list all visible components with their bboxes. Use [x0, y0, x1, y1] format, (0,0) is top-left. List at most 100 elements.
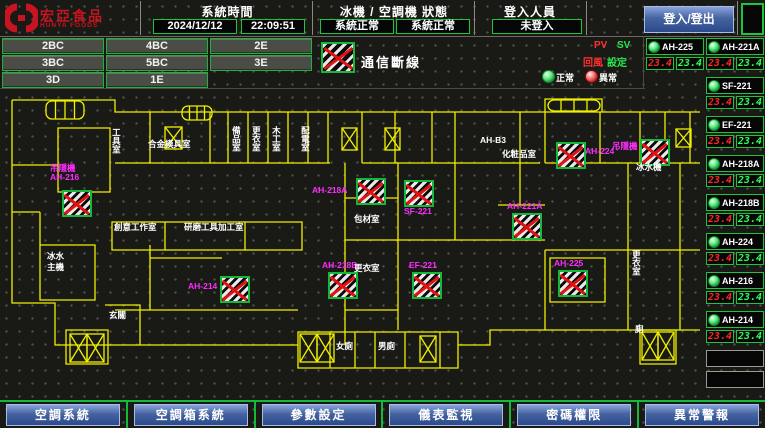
pv-value-ah-224: 23.4	[706, 252, 734, 265]
room-label: 研磨工具加工室	[184, 223, 244, 232]
unit-block-ah-218b: AH-218B23.423.4	[706, 194, 764, 226]
room-label: 主機	[47, 263, 64, 272]
divider	[643, 36, 644, 89]
floor-button-3e[interactable]: 3E	[210, 55, 312, 71]
divider	[0, 88, 645, 89]
room-label: 更衣室	[251, 126, 260, 152]
device-comm-loss-icon-sf-221[interactable]	[404, 180, 434, 207]
device-comm-loss-icon-ah-221a[interactable]	[512, 213, 542, 240]
pv-value-ah-225: 23.4	[646, 57, 674, 70]
device-comm-loss-icon-ah-224[interactable]	[556, 142, 586, 169]
unit-name-ah-225[interactable]: AH-225	[646, 38, 704, 55]
room-label: 備品室	[231, 126, 240, 152]
unit-name-label: AH-224	[722, 237, 753, 247]
device-comm-loss-icon-ah-218b[interactable]	[328, 272, 358, 299]
floor-button-5bc[interactable]: 5BC	[106, 55, 208, 71]
run-lamp-icon	[708, 41, 720, 53]
normal-lamp-icon	[542, 70, 555, 83]
abnormal-lamp-icon	[585, 70, 598, 83]
menu-button-密碼權限[interactable]: 密碼權限	[517, 404, 631, 426]
unit-name-label: AH-214	[722, 315, 753, 325]
unit-name-ah-218a[interactable]: AH-218A	[706, 155, 764, 172]
company-name-en: HUNYA FOODS	[40, 22, 98, 29]
room-label: 更衣室	[631, 250, 640, 276]
room-label: 木工室	[271, 126, 280, 152]
unit-name-ah-218b[interactable]: AH-218B	[706, 194, 764, 211]
login-user-label: 登入人員	[476, 3, 584, 20]
sv-value-ah-216: 23.4	[736, 291, 764, 304]
unit-name-ah-224[interactable]: AH-224	[706, 233, 764, 250]
sv-name-label: 設定	[607, 54, 627, 69]
room-label: 冰水	[47, 252, 64, 261]
pv-name-label: 回風	[583, 54, 603, 69]
sv-column-label: SV	[617, 40, 630, 51]
unit-name-ah-214[interactable]: AH-214	[706, 311, 764, 328]
device-comm-loss-icon-ah-214[interactable]	[220, 276, 250, 303]
room-label: 創意工作室	[114, 223, 157, 232]
unit-block-ah-216: AH-21623.423.4	[706, 272, 764, 304]
floorplan-walls	[0, 90, 707, 396]
device-label: SF-221	[404, 207, 432, 216]
pv-value-ah-218a: 23.4	[706, 174, 734, 187]
device-label: AH-218B	[322, 261, 357, 270]
unit-name-ah-216[interactable]: AH-216	[706, 272, 764, 289]
run-lamp-icon	[708, 236, 720, 248]
floor-selector-grid: 2BC4BC2E 3BC5BC3E 3D1E	[2, 38, 318, 90]
menu-button-異常警報[interactable]: 異常警報	[645, 404, 759, 426]
floor-button-4bc[interactable]: 4BC	[106, 38, 208, 54]
unit-block-ah-221a: AH-221A23.423.4	[706, 38, 764, 70]
pv-value-ah-218b: 23.4	[706, 213, 734, 226]
sv-value-ah-221a: 23.4	[736, 57, 764, 70]
sv-value-ef-221: 23.4	[736, 135, 764, 148]
header-divider	[474, 1, 475, 35]
floor-button-3bc[interactable]: 3BC	[2, 55, 104, 71]
pv-value-sf-221: 23.4	[706, 96, 734, 109]
room-label: 玄關	[109, 311, 126, 320]
device-comm-loss-icon-ef-221[interactable]	[412, 272, 442, 299]
unit-block-ah-224: AH-22423.423.4	[706, 233, 764, 265]
run-lamp-icon	[708, 275, 720, 287]
header-bar: 宏亞食品 HUNYA FOODS 系統時間 2024/12/12 22:09:5…	[0, 0, 765, 37]
room-label: 男廁	[378, 342, 395, 351]
login-state-display: 未登入	[492, 19, 582, 34]
room-label: 女廁	[336, 342, 353, 351]
unit-name-label: AH-218A	[722, 159, 760, 169]
menu-button-空調系統[interactable]: 空調系統	[6, 404, 120, 426]
menu-button-參數設定[interactable]: 參數設定	[262, 404, 376, 426]
bottom-menu-bar: 空調系統空調箱系統參數設定儀表監視密碼權限異常警報	[0, 400, 765, 428]
unit-name-ah-221a[interactable]: AH-221A	[706, 38, 764, 55]
unit-column-right: AH-221A 23.4 23.4 SF-221 23.4 23.4 EF-221 23.4 2…	[706, 38, 764, 392]
sv-value-ah-214: 23.4	[736, 330, 764, 343]
unit-name-label: EF-221	[722, 120, 752, 130]
bottom-menu-cell: 儀表監視	[383, 402, 511, 428]
unit-block-ah-214: AH-21423.423.4	[706, 311, 764, 343]
device-comm-loss-icon-ah-225[interactable]	[558, 270, 588, 297]
device-comm-loss-icon-ah-216[interactable]	[62, 190, 92, 217]
floor-button-2e[interactable]: 2E	[210, 38, 312, 54]
bottom-menu-cell: 密碼權限	[511, 402, 639, 428]
header-divider	[737, 1, 738, 35]
unit-name-ef-221[interactable]: EF-221	[706, 116, 764, 133]
floor-button-2bc[interactable]: 2BC	[2, 38, 104, 54]
unit-name-sf-221[interactable]: SF-221	[706, 77, 764, 94]
room-label: 化粧品室	[502, 150, 536, 159]
menu-button-儀表監視[interactable]: 儀表監視	[389, 404, 503, 426]
room-label: 包材室	[354, 215, 380, 224]
menu-button-空調箱系統[interactable]: 空調箱系統	[134, 404, 248, 426]
login-logout-button[interactable]: 登入/登出	[644, 6, 734, 33]
room-label: AH-B3	[480, 136, 506, 145]
device-label: AH-221A	[507, 202, 542, 211]
floor-button-1e[interactable]: 1E	[106, 72, 208, 88]
empty-unit-slot	[706, 350, 764, 367]
floor-button-3d[interactable]: 3D	[2, 72, 104, 88]
company-logo-icon	[5, 3, 38, 33]
unit-block-ah-218a: AH-218A23.423.4	[706, 155, 764, 187]
run-lamp-icon	[708, 197, 720, 209]
device-comm-loss-icon-ah-218a[interactable]	[356, 178, 386, 205]
header-divider	[312, 1, 313, 35]
unit-block-sf-221: SF-22123.423.4	[706, 77, 764, 109]
device-label: AH-214	[188, 282, 217, 291]
unit-name-label: SF-221	[722, 81, 752, 91]
header-divider	[586, 1, 587, 35]
device-label: 吊隱機	[612, 142, 638, 151]
